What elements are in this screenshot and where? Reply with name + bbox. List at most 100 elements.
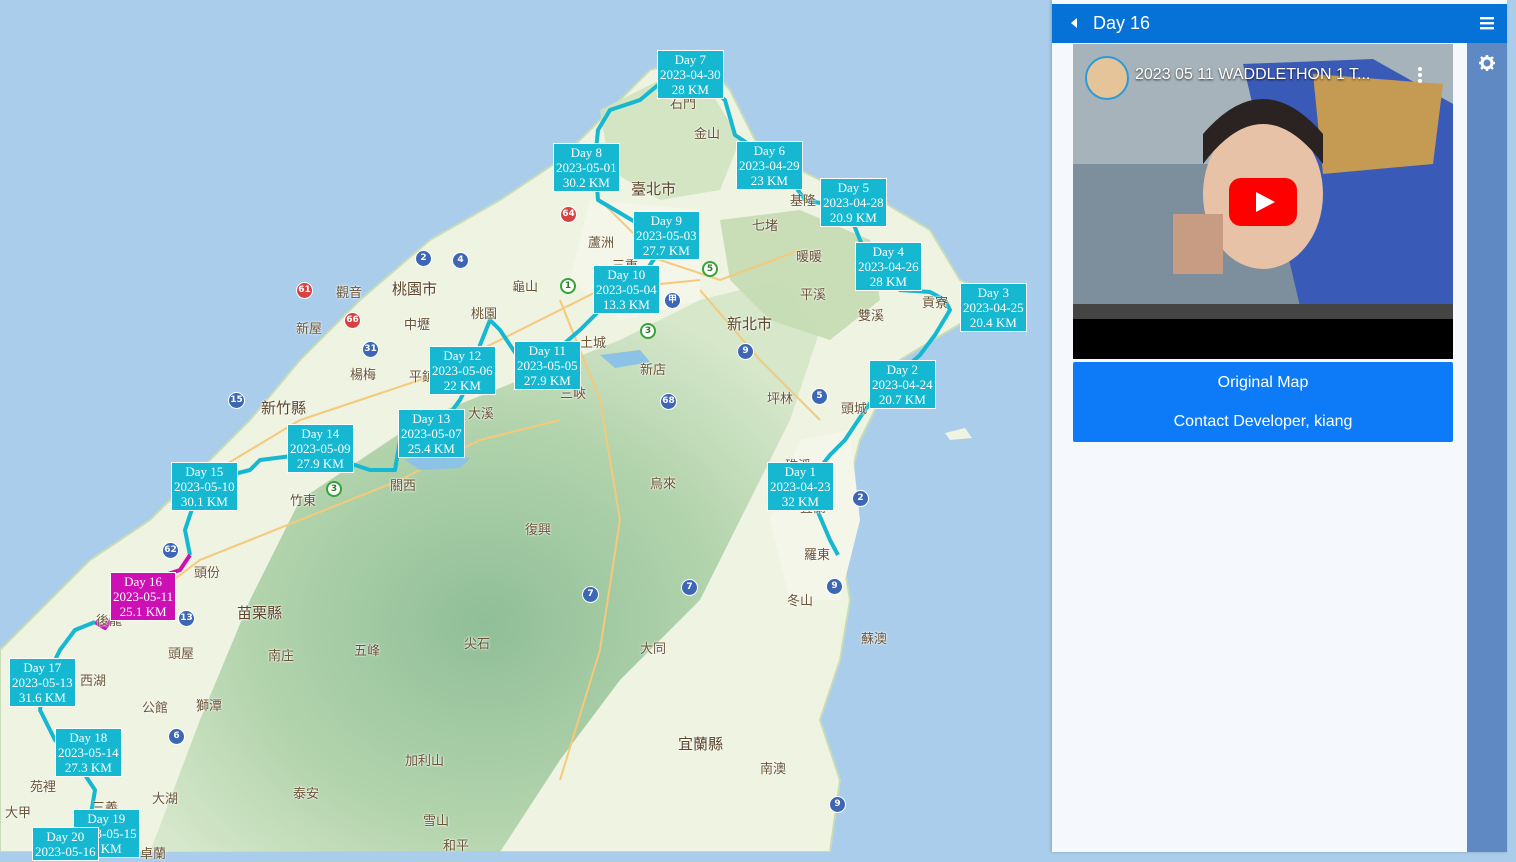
day-marker-day: Day 10 <box>607 267 646 282</box>
youtube-video-embed[interactable]: 2023 05 11 WADDLETHON 1 T... <box>1073 44 1453 359</box>
day-marker-day: Day 4 <box>872 244 905 259</box>
hamburger-menu-icon[interactable] <box>1479 15 1495 31</box>
place-label: 大甲 <box>5 806 32 821</box>
day-marker-day: Day 8 <box>570 145 603 160</box>
road-shield: 7 <box>681 579 698 596</box>
day-marker[interactable]: Day 3 2023-04-25 20.4 KM <box>960 283 1027 332</box>
day-marker-day: Day 1 <box>784 464 817 479</box>
day-marker[interactable]: Day 12 2023-05-06 22 KM <box>429 346 496 395</box>
road-shield: 5 <box>702 261 718 277</box>
road-shield: 62 <box>162 542 179 559</box>
day-marker[interactable]: Day 14 2023-05-09 27.9 KM <box>287 424 354 473</box>
day-marker[interactable]: Day 9 2023-05-03 27.7 KM <box>633 211 700 260</box>
original-map-link[interactable]: Original Map <box>1073 374 1453 392</box>
play-icon[interactable] <box>1229 178 1297 226</box>
day-marker-dist: 27.9 KM <box>523 373 571 388</box>
place-label: 臺北市 <box>631 180 677 198</box>
place-label: 西湖 <box>80 674 107 689</box>
day-marker-date: 2023-05-13 <box>12 675 73 690</box>
day-marker-dist: 28 KM <box>671 82 709 97</box>
place-label: 基隆 <box>790 194 817 209</box>
sidebar: Day 16 2023 05 11 WADDLETHON 1 T... Orig… <box>1052 0 1507 852</box>
links-panel: Original Map Contact Developer, kiang <box>1073 362 1453 442</box>
place-label: 公館 <box>142 701 169 716</box>
day-marker-dist: 30.1 KM <box>180 494 228 509</box>
place-label: 金山 <box>694 127 721 142</box>
place-label: 蘆洲 <box>588 236 615 251</box>
day-marker-dist: 20.4 KM <box>969 315 1017 330</box>
place-label: 平溪 <box>800 288 827 303</box>
road-shield: 64 <box>560 206 577 223</box>
day-marker-date: 2023-05-09 <box>290 441 351 456</box>
day-marker[interactable]: Day 2 2023-04-24 20.7 KM <box>869 360 936 409</box>
more-vertical-icon[interactable] <box>1417 66 1423 84</box>
place-label: 復興 <box>525 523 552 538</box>
day-marker-dist: 27.7 KM <box>642 243 690 258</box>
contact-developer-link[interactable]: Contact Developer, kiang <box>1073 413 1453 431</box>
caret-left-icon[interactable] <box>1066 15 1082 31</box>
day-marker-date: 2023-05-11 <box>113 589 174 604</box>
day-marker-day: Day 19 <box>87 811 126 826</box>
road-shield: 15 <box>228 392 245 409</box>
video-title[interactable]: 2023 05 11 WADDLETHON 1 T... <box>1135 66 1370 84</box>
place-label: 竹東 <box>290 494 317 509</box>
gear-icon[interactable] <box>1479 55 1495 71</box>
day-marker-date: 2023-04-29 <box>739 158 800 173</box>
road-shield: 9 <box>737 343 754 360</box>
road-shield: 2 <box>415 250 432 267</box>
day-marker-dist: 28 KM <box>869 274 907 289</box>
road-shield: 9 <box>826 578 843 595</box>
day-marker[interactable]: Day 4 2023-04-26 28 KM <box>855 242 922 291</box>
place-label: 新店 <box>640 363 667 378</box>
place-label: 羅東 <box>804 548 831 563</box>
day-marker[interactable]: Day 6 2023-04-29 23 KM <box>736 141 803 190</box>
day-marker[interactable]: Day 15 2023-05-10 30.1 KM <box>171 462 238 511</box>
place-label: 泰安 <box>293 787 320 802</box>
place-label: 觀音 <box>336 286 363 301</box>
day-marker-dist: 22 KM <box>443 378 481 393</box>
day-marker-day: Day 7 <box>674 52 707 67</box>
place-label: 關西 <box>390 479 417 494</box>
sidebar-header: Day 16 <box>1052 4 1507 43</box>
place-label: 暖暖 <box>796 250 823 265</box>
day-marker-dist: 23 KM <box>750 173 788 188</box>
place-label: 獅潭 <box>196 699 223 714</box>
place-label: 冬山 <box>787 594 814 609</box>
day-marker[interactable]: Day 10 2023-05-04 13.3 KM <box>593 265 660 314</box>
place-label: 楊梅 <box>350 368 377 383</box>
sidebar-title: Day 16 <box>1093 13 1151 33</box>
day-marker[interactable]: Day 7 2023-04-30 28 KM <box>657 50 724 99</box>
day-marker-day: Day 9 <box>650 213 683 228</box>
day-marker-date: 2023-05-04 <box>596 282 657 297</box>
day-marker[interactable]: Day 20 2023-05-16 <box>32 827 99 861</box>
day-marker[interactable]: Day 13 2023-05-07 25.4 KM <box>398 409 465 458</box>
channel-avatar[interactable] <box>1085 56 1129 100</box>
day-marker-date: 2023-05-05 <box>517 358 578 373</box>
place-label: 桃園 <box>471 307 498 322</box>
place-label: 新屋 <box>296 322 323 337</box>
place-label: 加利山 <box>405 754 445 769</box>
day-marker-date: 2023-04-24 <box>872 377 933 392</box>
day-marker-dist: 25.1 KM <box>119 604 167 619</box>
place-label: 南庄 <box>268 649 295 664</box>
place-label: 苗栗縣 <box>237 604 283 622</box>
day-marker-date: 2023-04-28 <box>823 195 884 210</box>
place-label: 七堵 <box>752 219 779 234</box>
day-marker[interactable]: Day 18 2023-05-14 27.3 KM <box>55 728 122 777</box>
day-marker[interactable]: Day 16 2023-05-11 25.1 KM <box>110 572 177 621</box>
day-marker-day: Day 12 <box>443 348 482 363</box>
day-marker[interactable]: Day 8 2023-05-01 30.2 KM <box>553 143 620 192</box>
place-label: 卓蘭 <box>140 847 167 862</box>
road-shield: 66 <box>344 312 361 329</box>
place-label: 和平 <box>443 839 470 854</box>
road-shield: 3 <box>326 481 342 497</box>
day-marker-date: 2023-05-03 <box>636 228 697 243</box>
day-marker-day: Day 14 <box>301 426 340 441</box>
day-marker[interactable]: Day 1 2023-04-23 32 KM <box>767 462 834 511</box>
day-marker-date: 2023-05-01 <box>556 160 617 175</box>
day-marker[interactable]: Day 17 2023-05-13 31.6 KM <box>9 658 76 707</box>
day-marker-dist: 31.6 KM <box>18 690 66 705</box>
day-marker[interactable]: Day 11 2023-05-05 27.9 KM <box>514 341 581 390</box>
day-marker[interactable]: Day 5 2023-04-28 20.9 KM <box>820 178 887 227</box>
place-label: 頭屋 <box>168 647 195 662</box>
